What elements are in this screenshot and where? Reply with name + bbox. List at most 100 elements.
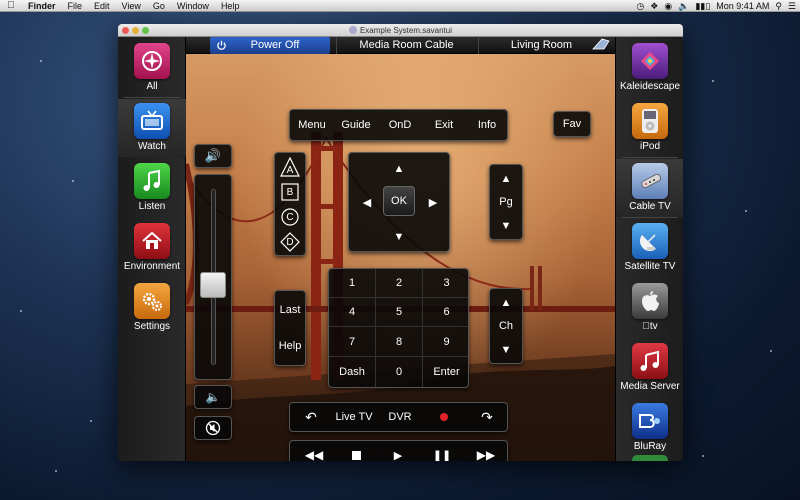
key-4[interactable]: 4 — [329, 298, 376, 327]
key-9[interactable]: 9 — [423, 327, 468, 357]
button-d[interactable]: D — [275, 230, 305, 254]
menu-edit[interactable]: Edit — [88, 1, 116, 11]
replay-button[interactable]: ↶ — [294, 403, 328, 431]
minimize-window-button[interactable] — [132, 27, 139, 34]
power-off-button[interactable]: Power Off — [210, 37, 330, 54]
play-icon: ▶ — [393, 449, 403, 462]
source-media-server[interactable]: Media Server — [616, 339, 683, 397]
source-ipod[interactable]: iPod — [616, 99, 683, 157]
power-icon — [217, 40, 226, 50]
record-button[interactable] — [428, 403, 460, 431]
rewind-button[interactable]: ◀◀ — [294, 441, 334, 461]
apple-menu-icon[interactable]:  — [0, 0, 22, 11]
source-kaleidescape[interactable]: Kaleidescape — [616, 39, 683, 97]
mute-button[interactable] — [194, 416, 232, 440]
button-b[interactable]: B — [275, 180, 305, 204]
volume-status-icon[interactable]: 🔈 — [678, 1, 689, 12]
volume-up-button[interactable]: 🔊 — [194, 144, 232, 168]
source-apple-tv[interactable]: tv — [616, 279, 683, 337]
fast-forward-icon: ▶▶ — [476, 448, 496, 461]
button-c[interactable]: C — [275, 205, 305, 229]
key-5[interactable]: 5 — [376, 298, 423, 327]
key-2[interactable]: 2 — [376, 269, 423, 298]
remote-icon — [632, 163, 668, 199]
menu-view[interactable]: View — [116, 1, 147, 11]
source-satellite-tv[interactable]: Satellite TV — [616, 219, 683, 277]
key-6[interactable]: 6 — [423, 298, 468, 327]
key-enter[interactable]: Enter — [423, 357, 468, 387]
live-tv-button[interactable]: Live TV — [328, 403, 380, 431]
sidebar-item-watch[interactable]: Watch — [118, 99, 186, 157]
exit-button[interactable]: Exit — [422, 110, 466, 140]
arrow-left-icon: ◀ — [362, 196, 372, 209]
window-titlebar[interactable]: Example System.savantui — [118, 24, 683, 37]
channel-down-button[interactable]: ▼ — [490, 339, 522, 361]
key-7[interactable]: 7 — [329, 327, 376, 357]
volume-slider[interactable] — [194, 174, 232, 380]
on-demand-button[interactable]: OnD — [378, 110, 422, 140]
page-up-icon: ▲ — [500, 173, 512, 185]
savant-logo-icon[interactable] — [589, 37, 613, 54]
wifi-icon[interactable]: ◉ — [664, 1, 672, 12]
key-3[interactable]: 3 — [423, 269, 468, 298]
source-cable-tv[interactable]: Cable TV — [616, 159, 683, 217]
arrow-right-button[interactable]: ▶ — [419, 190, 447, 214]
playback-control-row: ◀◀ ▶ ❚❚ ▶▶ — [289, 440, 508, 461]
menu-app-name[interactable]: Finder — [22, 1, 62, 11]
fast-forward-button[interactable]: ▶▶ — [466, 441, 506, 461]
volume-slider-thumb[interactable] — [200, 271, 226, 298]
page-up-button[interactable]: ▲ — [490, 168, 522, 190]
guide-button[interactable]: Guide — [334, 110, 378, 140]
more-sources-partial-icon[interactable] — [632, 455, 668, 461]
play-button[interactable]: ▶ — [380, 441, 416, 462]
sidebar-item-listen[interactable]: Listen — [118, 159, 186, 217]
arrow-down-button[interactable]: ▼ — [384, 225, 414, 249]
replay-icon: ↶ — [305, 408, 317, 425]
menu-file[interactable]: File — [62, 1, 89, 11]
spotlight-icon[interactable]: ⚲ — [775, 1, 782, 12]
key-0[interactable]: 0 — [376, 357, 423, 387]
page-label: Pg — [499, 196, 513, 208]
key-8[interactable]: 8 — [376, 327, 423, 357]
channel-control: ▲ Ch ▼ — [489, 288, 523, 364]
last-button[interactable]: Last — [275, 293, 305, 327]
key-dash[interactable]: Dash — [329, 357, 376, 387]
key-1[interactable]: 1 — [329, 269, 376, 298]
menu-window[interactable]: Window — [171, 1, 215, 11]
button-d-label: D — [286, 236, 294, 248]
clock[interactable]: Mon 9:41 AM — [716, 1, 769, 11]
channel-up-button[interactable]: ▲ — [490, 292, 522, 314]
bluetooth-icon[interactable]: ❖ — [650, 1, 658, 12]
source-bluray[interactable]: BluRay — [616, 399, 683, 457]
menu-button[interactable]: Menu — [290, 110, 334, 140]
arrow-left-button[interactable]: ◀ — [353, 190, 381, 214]
fav-button[interactable]: Fav — [553, 111, 591, 137]
page-down-button[interactable]: ▼ — [490, 215, 522, 237]
room-selector[interactable]: Living Room — [478, 37, 604, 54]
stop-button[interactable] — [338, 441, 374, 461]
notification-center-icon[interactable]: ☰ — [788, 1, 796, 12]
menu-go[interactable]: Go — [147, 1, 171, 11]
pause-button[interactable]: ❚❚ — [424, 441, 460, 462]
menu-help[interactable]: Help — [215, 1, 246, 11]
sidebar-item-environment[interactable]: Environment — [118, 219, 186, 277]
close-window-button[interactable] — [122, 27, 129, 34]
volume-down-button[interactable]: 🔈 — [194, 385, 232, 409]
fav-label: Fav — [562, 118, 582, 130]
source-label: iPod — [639, 141, 660, 152]
source-selector[interactable]: Media Room Cable — [336, 37, 476, 54]
zoom-window-button[interactable] — [142, 27, 149, 34]
battery-icon[interactable]: ▮▮▯ — [695, 1, 710, 12]
info-button[interactable]: Info — [466, 110, 508, 140]
sidebar-item-all[interactable]: All — [118, 39, 186, 97]
channel-label: Ch — [498, 320, 514, 332]
time-machine-icon[interactable]: ◷ — [636, 1, 644, 12]
sidebar-item-settings[interactable]: Settings — [118, 279, 186, 337]
button-a[interactable]: A — [275, 155, 305, 179]
arrow-up-button[interactable]: ▲ — [384, 157, 414, 181]
help-button[interactable]: Help — [275, 329, 305, 363]
apple-tv-icon — [632, 283, 668, 319]
ok-button[interactable]: OK — [383, 186, 415, 216]
skip-forward-button[interactable]: ↷ — [470, 403, 504, 431]
dvr-button[interactable]: DVR — [380, 403, 420, 431]
